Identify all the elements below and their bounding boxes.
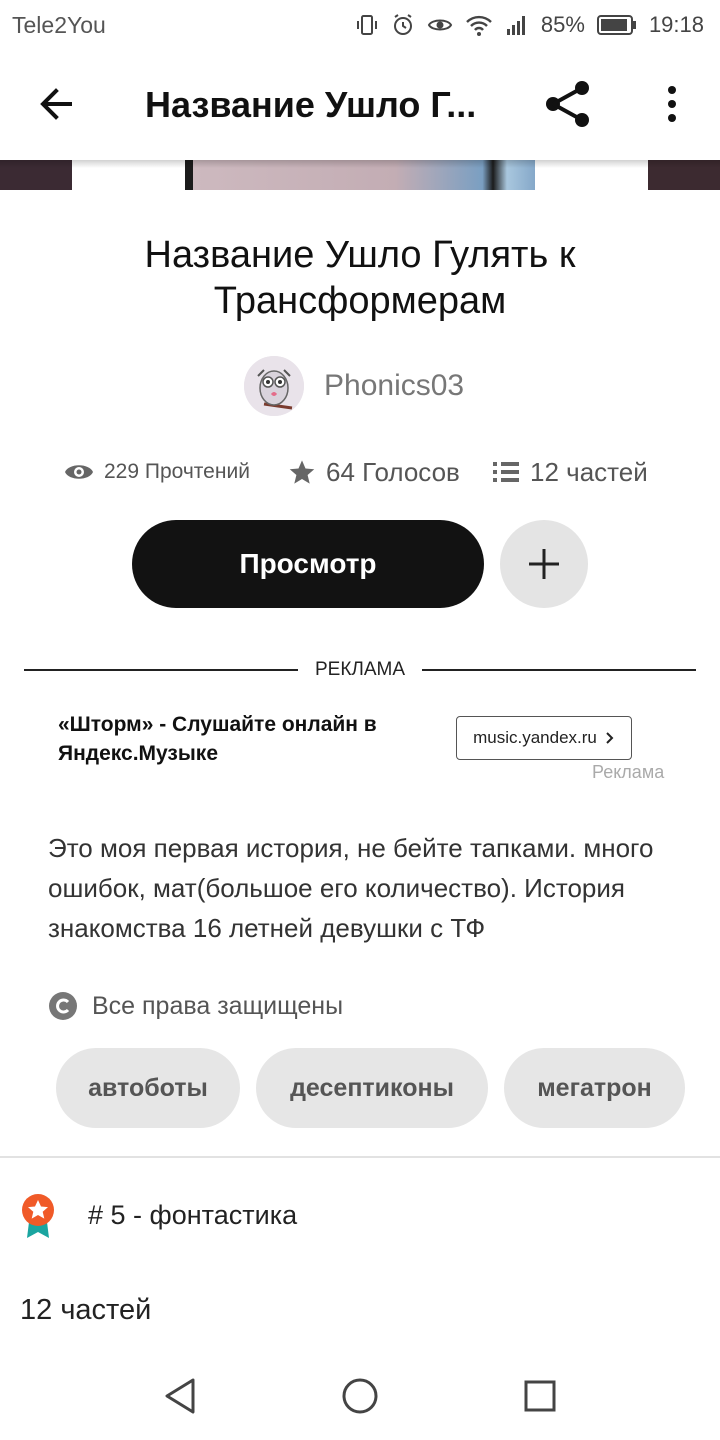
story-details-screen: Tele2You 85% 19:18 Название Ушло Г... На… xyxy=(0,0,720,1440)
author-link[interactable]: Phonics03 xyxy=(244,355,464,417)
square-recents-icon xyxy=(524,1380,556,1412)
divider-line-right xyxy=(422,669,696,671)
share-button[interactable] xyxy=(538,74,598,134)
parts-heading[interactable]: 12 частей xyxy=(20,1294,151,1327)
nav-back-button[interactable] xyxy=(160,1376,200,1416)
add-to-library-button[interactable] xyxy=(500,520,588,608)
ad-sub-label: Реклама xyxy=(592,762,665,782)
votes-stat: 64 Голосов xyxy=(288,452,460,492)
author-name: Phonics03 xyxy=(324,369,465,402)
tag-chip[interactable]: мегатрон xyxy=(504,1048,685,1128)
clock: 19:18 xyxy=(648,12,704,37)
signal-icon xyxy=(505,13,529,37)
story-stats: 229 Прочтений 64 Голосов 12 частей xyxy=(64,452,664,492)
reads-count: 229 Прочтений xyxy=(104,460,250,483)
votes-count: 64 Голосов xyxy=(326,456,460,487)
eye-comfort-icon xyxy=(427,13,453,37)
nav-home-button[interactable] xyxy=(340,1376,380,1416)
status-bar: Tele2You 85% 19:18 xyxy=(0,0,720,50)
carrier-name: Tele2You xyxy=(12,12,106,38)
ad-text[interactable]: «Шторм» - Слушайте онлайн в Яндекс.Музык… xyxy=(58,710,418,768)
story-title: Название Ушло Гулять к Трансформерам xyxy=(144,234,576,322)
tag-chip[interactable]: автоботы xyxy=(56,1048,240,1128)
battery-icon xyxy=(596,14,637,36)
ad-divider: РЕКЛАМА xyxy=(24,657,696,685)
app-bar: Название Ушло Г... xyxy=(0,52,720,160)
plus-icon xyxy=(529,549,559,579)
rank-label: # 5 - фонтастика xyxy=(88,1200,298,1230)
section-divider xyxy=(0,1156,720,1158)
nav-recents-button[interactable] xyxy=(520,1376,560,1416)
alarm-icon xyxy=(391,13,415,37)
chevron-right-icon xyxy=(606,732,614,744)
parts-count: 12 частей xyxy=(530,456,648,487)
copyright-icon xyxy=(49,992,77,1020)
list-icon xyxy=(493,462,519,482)
vibrate-icon xyxy=(355,13,379,37)
system-nav-bar xyxy=(0,1350,720,1440)
more-vertical-icon xyxy=(668,86,676,122)
eye-icon xyxy=(65,465,93,479)
battery-percent: 85% xyxy=(540,12,585,37)
share-icon xyxy=(546,81,589,127)
parts-stat: 12 частей xyxy=(492,452,648,492)
reads-stat: 229 Прочтений xyxy=(64,452,250,492)
more-options-button[interactable] xyxy=(648,74,696,134)
story-description: Это моя первая история, не бейте тапками… xyxy=(48,833,654,943)
status-icons: 85% 19:18 xyxy=(355,8,704,42)
ad-link-label: music.yandex.ru xyxy=(473,728,597,747)
star-icon xyxy=(289,460,315,484)
rank-badge-icon xyxy=(22,1194,54,1238)
app-bar-shadow xyxy=(0,160,720,168)
tag-chip[interactable]: десептиконы xyxy=(256,1048,488,1128)
copyright-notice: Все права защищены xyxy=(48,988,343,1024)
copyright-text: Все права защищены xyxy=(92,991,344,1020)
ad-link-button[interactable]: music.yandex.ru xyxy=(456,716,632,760)
triangle-back-icon xyxy=(165,1378,195,1414)
back-button[interactable] xyxy=(28,76,84,132)
arrow-left-icon xyxy=(40,88,72,120)
read-button[interactable]: Просмотр xyxy=(132,520,484,608)
wifi-icon xyxy=(465,13,493,37)
ranking-item[interactable]: # 5 - фонтастика xyxy=(18,1188,297,1244)
circle-home-icon xyxy=(342,1378,378,1414)
avatar xyxy=(244,356,304,416)
app-bar-title: Название Ушло Г... xyxy=(145,84,477,125)
owl-avatar-icon xyxy=(244,356,304,416)
